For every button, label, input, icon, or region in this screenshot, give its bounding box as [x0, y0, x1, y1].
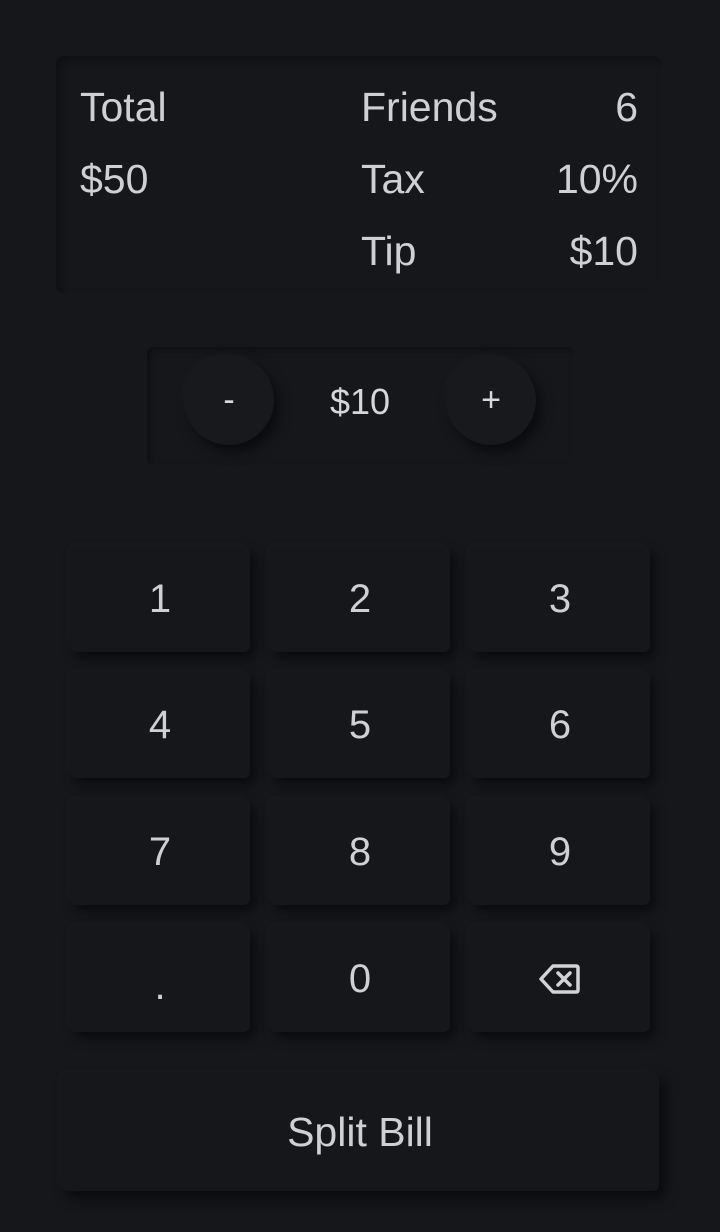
key-7[interactable]: 7 — [70, 799, 250, 905]
tip-increment-button[interactable]: + — [446, 355, 536, 445]
tip-stepper-value: $10 — [329, 381, 391, 422]
key-2[interactable]: 2 — [270, 546, 450, 652]
backspace-icon — [539, 963, 581, 995]
tip-value: $10 — [569, 228, 638, 274]
key-1[interactable]: 1 — [70, 546, 250, 652]
split-bill-button[interactable]: Split Bill — [61, 1073, 659, 1191]
key-decimal[interactable]: . — [70, 926, 250, 1032]
backspace-button[interactable] — [470, 926, 650, 1032]
tip-label: Tip — [361, 228, 417, 274]
friends-label: Friends — [361, 84, 498, 130]
tax-label: Tax — [361, 156, 425, 202]
key-6[interactable]: 6 — [470, 672, 650, 778]
total-value: $50 — [80, 156, 149, 202]
key-8[interactable]: 8 — [270, 799, 450, 905]
tip-decrement-button[interactable]: - — [184, 355, 274, 445]
key-5[interactable]: 5 — [270, 672, 450, 778]
key-0[interactable]: 0 — [270, 926, 450, 1032]
key-9[interactable]: 9 — [470, 799, 650, 905]
total-label: Total — [80, 84, 167, 130]
tax-value: 10% — [555, 156, 638, 202]
key-4[interactable]: 4 — [70, 672, 250, 778]
friends-value: 6 — [615, 84, 638, 130]
key-3[interactable]: 3 — [470, 546, 650, 652]
